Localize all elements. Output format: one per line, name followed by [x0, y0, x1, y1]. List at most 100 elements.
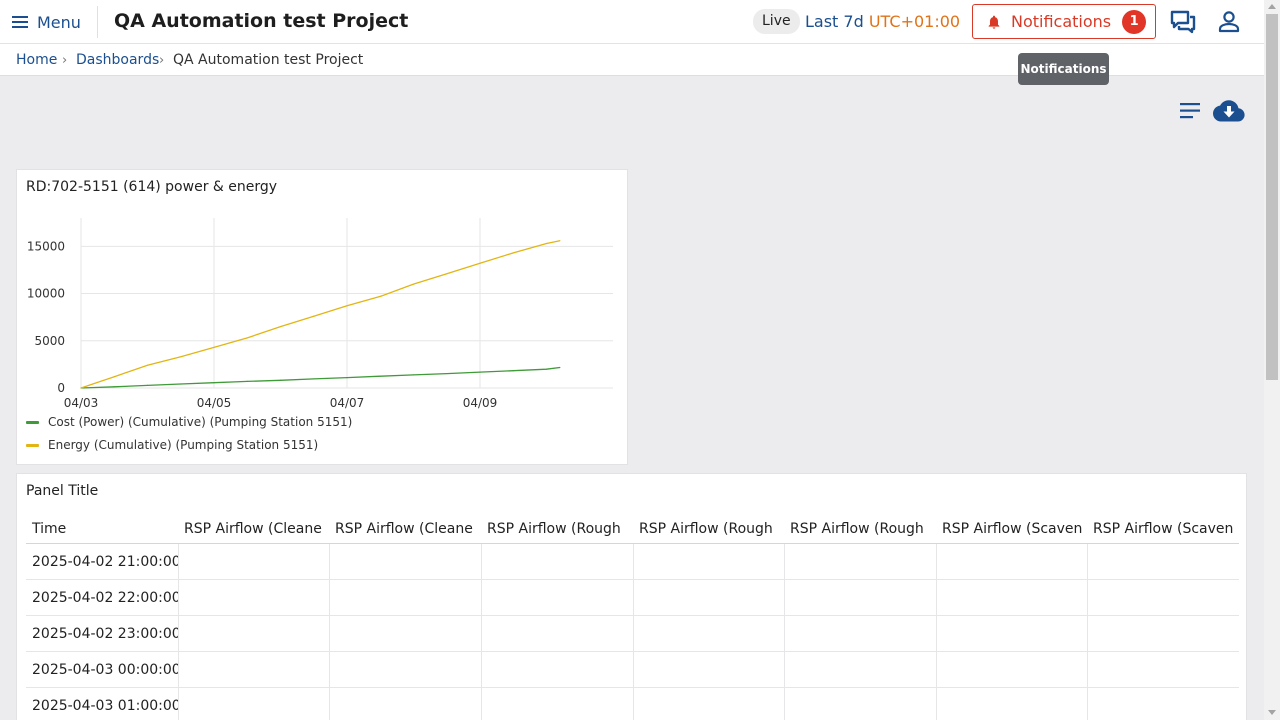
table-header-row: Time RSP Airflow (Cleane RSP Airflow (Clea…: [26, 514, 1239, 544]
data-point: [446, 372, 448, 375]
table-cell: [481, 688, 633, 720]
breadcrumb-dashboards[interactable]: Dashboards: [76, 52, 159, 68]
time-cell: 2025-04-02 21:00:00: [32, 553, 178, 570]
data-point: [213, 382, 215, 384]
data-point: [346, 305, 348, 307]
scroll-thumb[interactable]: [1266, 14, 1278, 380]
y-tick-label: 0: [57, 381, 65, 395]
hamburger-icon: [12, 13, 28, 31]
x-tick-label: 04/05: [197, 396, 232, 410]
column-header[interactable]: RSP Airflow (Cleane: [178, 514, 329, 543]
line-chart: 0 5000 10000 15000 04/03 04/05 04/07 04/09: [27, 218, 613, 410]
data-point: [113, 376, 115, 378]
data-point: [512, 252, 514, 254]
data-point: [313, 315, 315, 317]
x-tick-label: 04/09: [463, 396, 498, 410]
user-icon[interactable]: [1216, 9, 1242, 35]
table-row: 2025-04-02 22:00:00: [26, 580, 1239, 616]
table-cell: [329, 688, 481, 720]
legend-swatch: [26, 420, 39, 424]
table-cell: [784, 544, 936, 579]
table-cell: [481, 544, 633, 579]
column-header[interactable]: RSP Airflow (Scaven: [1087, 514, 1239, 543]
notifications-label: Notifications: [1011, 12, 1112, 31]
column-header[interactable]: RSP Airflow (Cleane: [329, 514, 481, 543]
table-cell: [178, 616, 329, 651]
column-header[interactable]: RSP Airflow (Rough: [784, 514, 936, 543]
time-cell: 2025-04-03 01:00:00: [32, 697, 178, 714]
table-row: 2025-04-02 23:00:00: [26, 616, 1239, 652]
table-cell: [329, 616, 481, 651]
data-point: [180, 356, 182, 358]
data-point: [479, 262, 481, 264]
page-title: QA Automation test Project: [114, 10, 409, 32]
top-bar: Menu QA Automation test Project Live Las…: [0, 0, 1264, 44]
column-header[interactable]: RSP Airflow (Scaven: [936, 514, 1087, 543]
column-header[interactable]: RSP Airflow (Rough: [633, 514, 784, 543]
series-line-0: [80, 366, 560, 389]
data-point: [446, 273, 448, 275]
table-cell: [329, 580, 481, 615]
table-title: Panel Title: [26, 483, 99, 499]
table-cell: [178, 544, 329, 579]
table-cell: [633, 580, 784, 615]
table-cell: [784, 652, 936, 687]
timezone-label: UTC+01:00: [868, 12, 961, 31]
column-header[interactable]: RSP Airflow (Rough: [481, 514, 633, 543]
table-cell: [178, 580, 329, 615]
data-point: [146, 384, 149, 386]
breadcrumb-current: QA Automation test Project: [173, 52, 364, 68]
data-point: [412, 374, 415, 376]
cloud-download-icon[interactable]: [1213, 98, 1245, 124]
list-icon[interactable]: [1179, 100, 1203, 122]
table-cell: [1087, 544, 1239, 579]
notifications-button[interactable]: Notifications 1: [972, 4, 1156, 39]
breadcrumb-home[interactable]: Home: [16, 52, 57, 68]
data-point: [246, 337, 248, 339]
time-range-picker[interactable]: Last 7d UTC+01:00: [805, 12, 960, 31]
live-toggle[interactable]: Live: [753, 9, 800, 34]
y-tick-label: 15000: [27, 239, 65, 253]
menu-button[interactable]: Menu: [12, 8, 81, 36]
bell-icon: [988, 15, 1000, 29]
legend-item[interactable]: Energy (Cumulative) (Pumping Station 515…: [26, 438, 318, 452]
data-point: [512, 370, 514, 372]
chart-panel: RD:702-5151 (614) power & energy 0 5000 10…: [16, 169, 628, 465]
table-cell: [936, 616, 1087, 651]
data-point: [479, 371, 481, 373]
chat-icon[interactable]: [1170, 9, 1196, 35]
table-cell: [178, 688, 329, 720]
table-row: 2025-04-03 01:00:00: [26, 688, 1239, 720]
data-point: [346, 377, 348, 379]
data-point: [279, 326, 282, 328]
scroll-up-arrow[interactable]: [1268, 4, 1276, 9]
series-line-1: [80, 240, 560, 389]
data-point: [313, 378, 315, 380]
legend-item[interactable]: Cost (Power) (Cumulative) (Pumping Stati…: [26, 415, 352, 429]
scroll-down-arrow[interactable]: [1268, 710, 1276, 715]
data-point: [180, 383, 182, 385]
table-cell: [481, 616, 633, 651]
time-cell: 2025-04-02 23:00:00: [32, 625, 178, 642]
x-tick-label: 04/03: [64, 396, 99, 410]
table-cell: [936, 580, 1087, 615]
table-row: 2025-04-03 00:00:00: [26, 652, 1239, 688]
data-point: [113, 386, 115, 388]
table-cell: [329, 544, 481, 579]
table-cell: [633, 688, 784, 720]
y-tick-label: 5000: [34, 334, 65, 348]
data-point: [559, 240, 561, 242]
data-point: [379, 295, 381, 297]
data-point: [246, 380, 248, 382]
data-point: [559, 366, 561, 369]
data-point: [279, 379, 282, 381]
data-point: [80, 387, 82, 389]
data-point: [545, 242, 548, 245]
table-cell: [329, 652, 481, 687]
table-cell: [633, 544, 784, 579]
breadcrumb-separator: ›: [62, 53, 68, 68]
table-cell: [1087, 580, 1239, 615]
column-header-time[interactable]: Time: [26, 514, 178, 543]
table-cell: [784, 688, 936, 720]
y-tick-label: 10000: [27, 287, 65, 301]
